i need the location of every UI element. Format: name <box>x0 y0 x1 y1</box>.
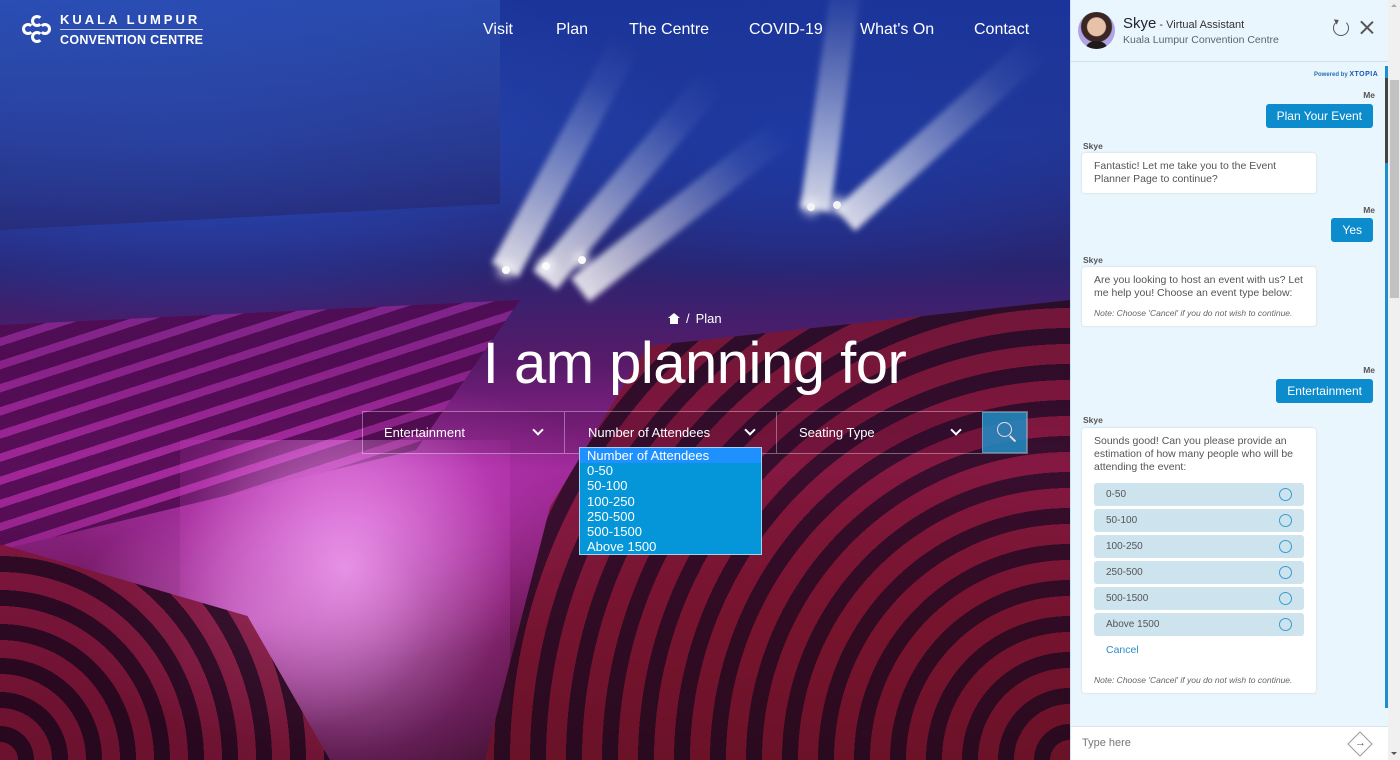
chat-input[interactable] <box>1082 727 1332 759</box>
assistant-name: Skye <box>1123 15 1157 32</box>
chevron-down-icon <box>744 424 756 436</box>
nav-whats-on[interactable]: What's On <box>860 21 974 39</box>
xtopia-brand: XTOPIA <box>1349 71 1379 78</box>
bot-message: Fantastic! Let me take you to the Event … <box>1082 153 1316 193</box>
bot-message: Are you looking to host an event with us… <box>1082 267 1316 326</box>
user-message: Yes <box>1331 218 1373 242</box>
attendee-choice[interactable]: 100-250 <box>1094 535 1304 558</box>
event-type-select[interactable]: Entertainment <box>363 412 565 453</box>
attendee-choice[interactable]: 0-50 <box>1094 483 1304 506</box>
nav-visit[interactable]: Visit <box>483 21 556 39</box>
nav-contact[interactable]: Contact <box>974 21 1029 39</box>
radio-icon <box>1279 514 1292 527</box>
refresh-icon[interactable] <box>1333 20 1349 36</box>
bot-note: Note: Choose 'Cancel' if you do not wish… <box>1094 308 1293 318</box>
logo-title: KUALA LUMPUR <box>60 12 204 30</box>
assistant-org: Kuala Lumpur Convention Centre <box>1123 34 1279 46</box>
radio-icon <box>1279 592 1292 605</box>
attendee-choice[interactable]: 50-100 <box>1094 509 1304 532</box>
dropdown-option[interactable]: Number of Attendees <box>580 448 761 464</box>
home-icon[interactable] <box>668 313 680 324</box>
dropdown-option[interactable]: 250-500 <box>580 509 761 524</box>
page-scrollbar-thumb[interactable] <box>1390 80 1399 298</box>
sender-label: Skye <box>1083 415 1103 425</box>
cancel-link[interactable]: Cancel <box>1094 636 1304 657</box>
radio-icon <box>1279 540 1292 553</box>
dropdown-option[interactable]: Above 1500 <box>580 539 761 554</box>
attendee-choice[interactable]: 250-500 <box>1094 561 1304 584</box>
sender-label: Me <box>1363 205 1375 215</box>
breadcrumb-separator: / <box>686 311 690 326</box>
breadcrumb: / Plan <box>668 311 722 326</box>
scroll-up-icon[interactable] <box>1391 4 1397 7</box>
chevron-down-icon <box>950 424 962 436</box>
attendees-dropdown-list: Number of Attendees 0-50 50-100 100-250 … <box>579 447 762 556</box>
dropdown-option[interactable]: 50-100 <box>580 478 761 493</box>
event-type-value: Entertainment <box>384 425 465 440</box>
radio-icon <box>1279 488 1292 501</box>
assistant-role: - Virtual Assistant <box>1156 19 1245 31</box>
chat-header: Skye - Virtual Assistant Kuala Lumpur Co… <box>1071 0 1400 62</box>
attendees-value: Number of Attendees <box>588 425 711 440</box>
nav-the-centre[interactable]: The Centre <box>629 21 749 39</box>
seating-type-value: Seating Type <box>799 425 875 440</box>
dropdown-option[interactable]: 100-250 <box>580 494 761 509</box>
page-scrollbar[interactable] <box>1388 0 1400 760</box>
logo-subtitle: CONVENTION CENTRE <box>60 33 204 47</box>
arrow-right-icon: → <box>1354 736 1366 749</box>
bot-note: Note: Choose 'Cancel' if you do not wish… <box>1094 675 1293 685</box>
main-nav: Visit Plan The Centre COVID-19 What's On… <box>483 21 1029 39</box>
radio-icon <box>1279 566 1292 579</box>
chat-input-bar: → <box>1071 726 1389 760</box>
chevron-down-icon <box>532 424 544 436</box>
attendee-choice[interactable]: Above 1500 <box>1094 613 1304 636</box>
powered-by: Powered by XTOPIA <box>1314 71 1379 78</box>
send-button[interactable]: → <box>1347 731 1373 757</box>
kllc-logo-icon <box>22 14 52 45</box>
user-message: Entertainment <box>1276 379 1373 403</box>
chat-widget: Skye - Virtual Assistant Kuala Lumpur Co… <box>1070 0 1400 760</box>
page-headline: I am planning for <box>482 331 907 396</box>
sender-label: Skye <box>1083 141 1103 151</box>
assistant-avatar <box>1078 12 1115 49</box>
sender-label: Me <box>1363 365 1375 375</box>
search-button[interactable] <box>982 412 1027 453</box>
scroll-down-icon[interactable] <box>1391 752 1397 755</box>
nav-plan[interactable]: Plan <box>556 21 629 39</box>
dropdown-option[interactable]: 500-1500 <box>580 524 761 539</box>
bot-message: Sounds good! Can you please provide an e… <box>1082 428 1316 693</box>
dropdown-option[interactable]: 0-50 <box>580 463 761 478</box>
chat-messages: Me Plan Your Event Skye Fantastic! Let m… <box>1071 85 1383 725</box>
site-logo[interactable]: KUALA LUMPUR CONVENTION CENTRE <box>22 12 204 47</box>
attendee-choice[interactable]: 500-1500 <box>1094 587 1304 610</box>
sender-label: Me <box>1363 90 1375 100</box>
breadcrumb-current: Plan <box>695 311 722 326</box>
seating-type-select[interactable]: Seating Type <box>777 412 982 453</box>
sender-label: Skye <box>1083 255 1103 265</box>
nav-covid-19[interactable]: COVID-19 <box>749 21 860 39</box>
radio-icon <box>1279 618 1292 631</box>
user-message: Plan Your Event <box>1265 104 1373 128</box>
close-icon[interactable] <box>1359 19 1375 35</box>
